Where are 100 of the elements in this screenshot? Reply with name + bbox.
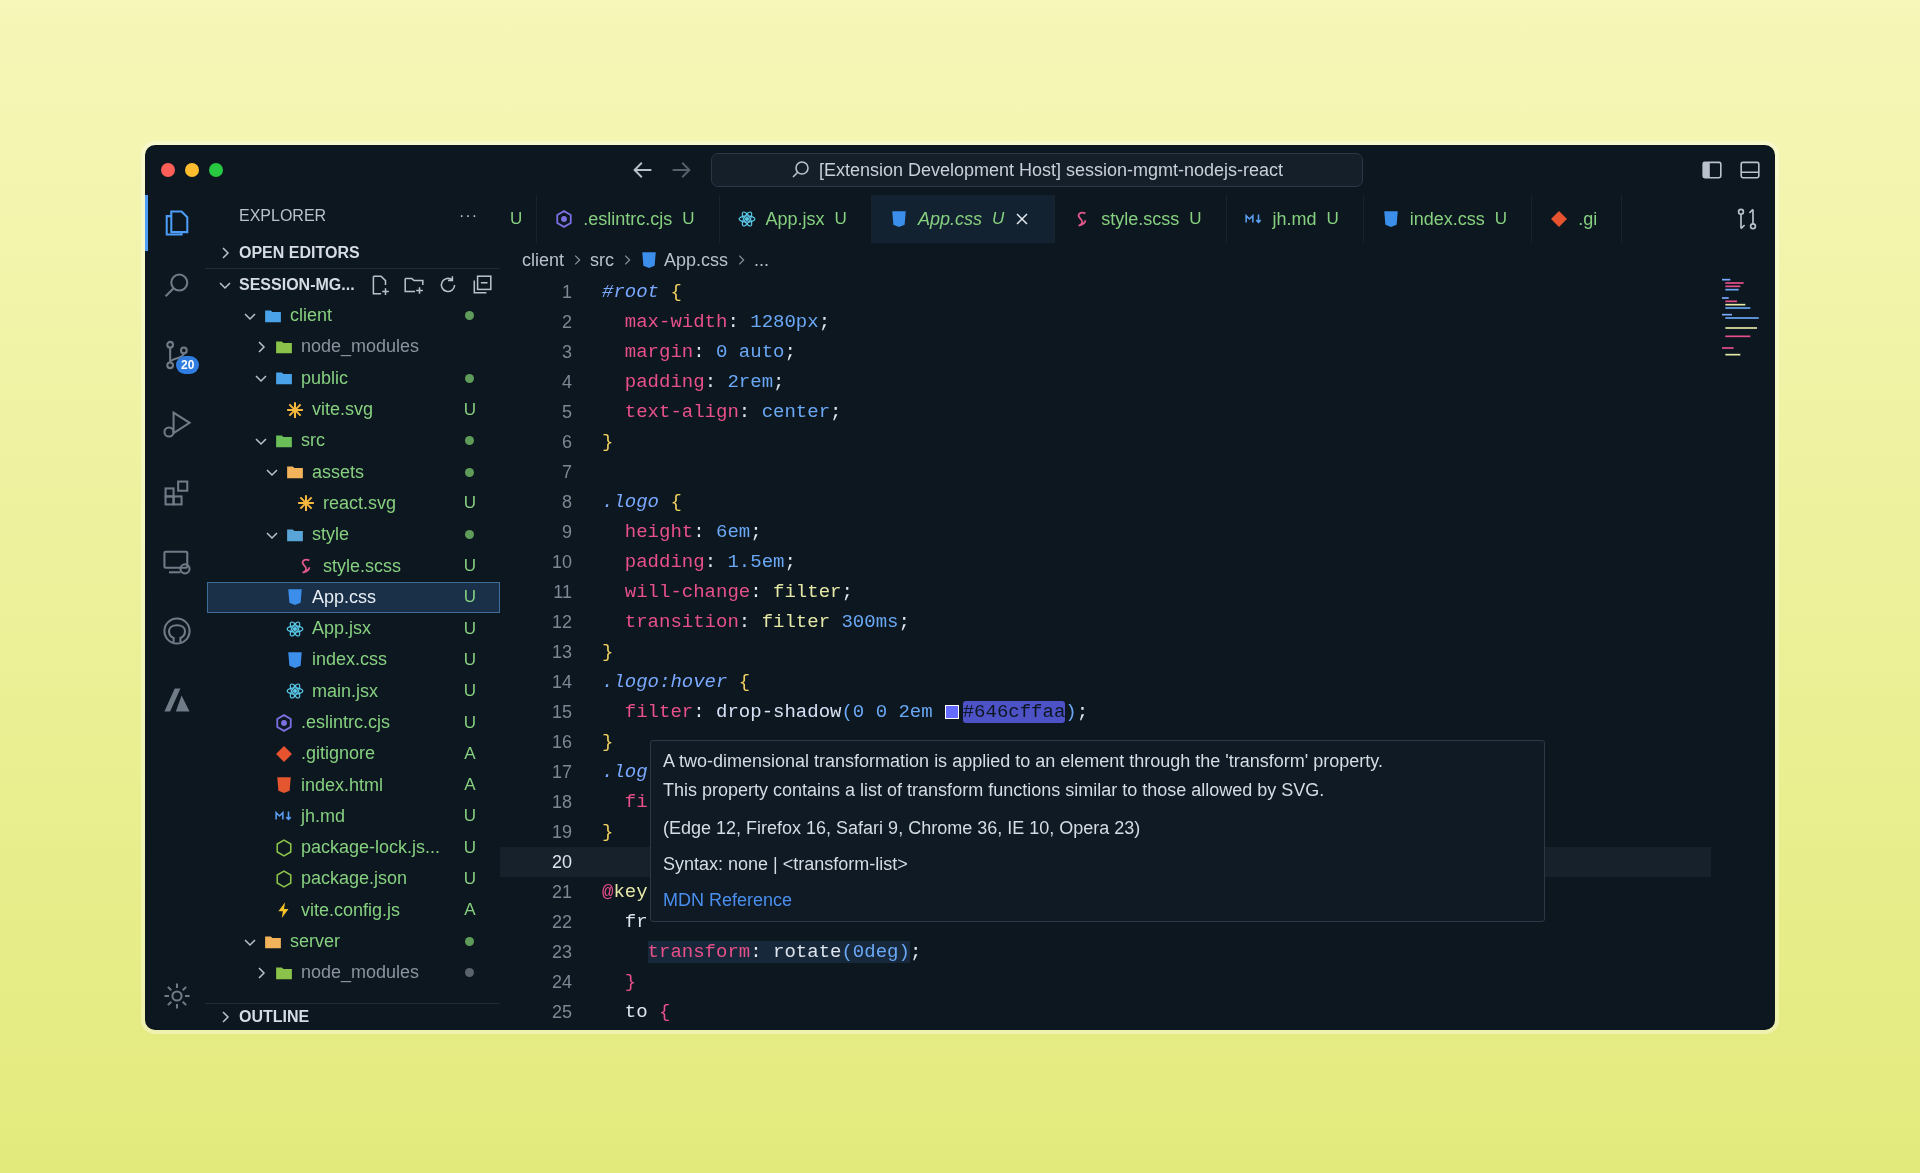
line-number: 16 bbox=[550, 731, 572, 753]
breadcrumb-item[interactable]: ... bbox=[754, 249, 770, 271]
file-name: vite.config.js bbox=[301, 899, 402, 921]
file-name: style bbox=[312, 524, 350, 546]
line-number: 11 bbox=[552, 581, 572, 603]
compare-changes-icon[interactable] bbox=[1735, 207, 1759, 231]
line-number: 14 bbox=[550, 671, 572, 693]
code-text: } bbox=[602, 431, 614, 453]
tree-item[interactable]: client bbox=[207, 300, 500, 332]
tree-item[interactable]: react.svg U bbox=[207, 487, 500, 520]
file-name: package-lock.js... bbox=[301, 837, 442, 859]
tree-item[interactable]: public bbox=[207, 362, 500, 394]
breadcrumb-item[interactable]: client bbox=[522, 249, 565, 271]
maximize-window-button[interactable] bbox=[209, 163, 223, 177]
breadcrumb-item[interactable]: src bbox=[590, 249, 615, 271]
line-number: 24 bbox=[550, 971, 572, 993]
file-name: index.html bbox=[301, 774, 385, 796]
tree-item[interactable]: jh.md U bbox=[207, 800, 500, 833]
tree-item[interactable]: src bbox=[207, 425, 500, 457]
file-name: App.jsx bbox=[312, 618, 373, 640]
hexagon-icon bbox=[275, 713, 293, 732]
code-text: fi bbox=[624, 791, 648, 813]
code-text: #root { bbox=[602, 281, 682, 303]
code-text: .logo:hover { bbox=[602, 671, 751, 693]
tree-item[interactable]: package-lock.js... U bbox=[207, 832, 500, 864]
tab-label: style.scss bbox=[1101, 208, 1180, 230]
git-status: U bbox=[463, 399, 477, 420]
code-text: margin: 0 auto; bbox=[624, 341, 796, 363]
tree-item[interactable]: style.scss U bbox=[207, 550, 500, 582]
git-status: U bbox=[463, 837, 477, 858]
activity-bar-button[interactable]: 20 bbox=[145, 320, 205, 389]
section-header[interactable]: SESSION-MG... bbox=[217, 275, 355, 294]
css-icon bbox=[889, 210, 908, 228]
file-name: jh.md bbox=[301, 805, 346, 827]
notification-badge: 20 bbox=[176, 356, 200, 374]
editor-tab[interactable]: App.jsx U bbox=[719, 195, 872, 243]
tree-item[interactable]: vite.svg U bbox=[207, 393, 500, 426]
hexagon-icon bbox=[555, 210, 574, 228]
color-swatch[interactable] bbox=[944, 705, 959, 719]
code-text: text-align: center; bbox=[624, 401, 842, 423]
hexagon-icon bbox=[275, 838, 293, 857]
editor-tab[interactable]: .eslintrc.cjs U bbox=[537, 195, 720, 243]
more-actions-button[interactable]: ··· bbox=[459, 207, 478, 225]
tree-item[interactable]: package.json U bbox=[207, 863, 500, 895]
tree-item[interactable]: App.css U bbox=[207, 581, 500, 613]
git-status: U bbox=[1326, 209, 1339, 229]
git-status: U bbox=[1189, 209, 1202, 229]
section-header[interactable]: OPEN EDITORS bbox=[205, 237, 500, 268]
hexagon-icon bbox=[275, 870, 293, 888]
file-name: assets bbox=[312, 461, 366, 483]
file-name: src bbox=[301, 430, 326, 452]
tree-item[interactable]: vite.config.js A bbox=[207, 894, 500, 926]
tree-item[interactable]: node_modules bbox=[207, 957, 500, 989]
mdn-reference-link[interactable]: MDN Reference bbox=[663, 890, 793, 910]
close-window-button[interactable] bbox=[161, 163, 175, 177]
tree-item[interactable]: style bbox=[207, 519, 500, 551]
code-text: } bbox=[602, 731, 614, 753]
tree-item[interactable]: App.jsx U bbox=[207, 612, 500, 645]
file-name: vite.svg bbox=[312, 399, 375, 421]
editor-tab[interactable]: style.scss U bbox=[1055, 195, 1227, 243]
line-number: 22 bbox=[550, 911, 572, 933]
tree-item[interactable]: main.jsx U bbox=[207, 675, 500, 707]
file-name: main.jsx bbox=[312, 680, 379, 702]
tree-item[interactable]: assets bbox=[207, 456, 500, 488]
section-header[interactable]: OUTLINE bbox=[205, 1003, 500, 1030]
file-name: style.scss bbox=[323, 555, 402, 577]
git-status: U bbox=[1494, 209, 1508, 229]
editor-tab[interactable]: .gi bbox=[1532, 195, 1623, 243]
css-icon bbox=[1381, 210, 1400, 228]
tree-item[interactable]: .gitignore A bbox=[207, 738, 500, 770]
tab-label: jh.md bbox=[1272, 208, 1317, 230]
editor-tab[interactable]: index.css U bbox=[1363, 195, 1533, 243]
code-text: } bbox=[602, 821, 614, 843]
line-number: 1 bbox=[561, 281, 572, 303]
tab-label: App.jsx bbox=[765, 208, 825, 230]
line-number: 20 bbox=[550, 851, 572, 873]
editor-tab[interactable]: App.css U bbox=[871, 195, 1056, 243]
editor-tab[interactable]: U bbox=[500, 195, 538, 243]
git-status: U bbox=[510, 209, 523, 229]
editor-tab[interactable]: jh.md U bbox=[1226, 195, 1364, 243]
tree-item[interactable]: node_modules bbox=[207, 331, 500, 363]
atom-icon bbox=[286, 619, 304, 638]
panel-layout-icon[interactable] bbox=[1739, 159, 1761, 181]
line-number: 5 bbox=[561, 401, 572, 423]
tree-item[interactable]: index.html A bbox=[207, 769, 500, 801]
line-number: 6 bbox=[561, 431, 572, 453]
command-center-search[interactable]: [Extension Development Host] session-mgmt-nodejs-react bbox=[711, 153, 1363, 187]
close-icon[interactable] bbox=[1014, 211, 1031, 227]
git-status: U bbox=[463, 587, 477, 608]
file-name: .gitignore bbox=[301, 743, 377, 765]
minimize-window-button[interactable] bbox=[185, 163, 199, 177]
tree-item[interactable]: .eslintrc.cjs U bbox=[207, 706, 500, 739]
tree-item[interactable]: server bbox=[207, 925, 500, 958]
line-number: 19 bbox=[550, 821, 572, 843]
sidebar-layout-icon[interactable] bbox=[1701, 159, 1723, 181]
breadcrumb-item[interactable]: App.css bbox=[664, 249, 729, 271]
file-name: node_modules bbox=[301, 336, 421, 358]
git-status: A bbox=[463, 743, 477, 764]
file-name: public bbox=[301, 367, 350, 389]
tree-item[interactable]: index.css U bbox=[207, 644, 500, 676]
